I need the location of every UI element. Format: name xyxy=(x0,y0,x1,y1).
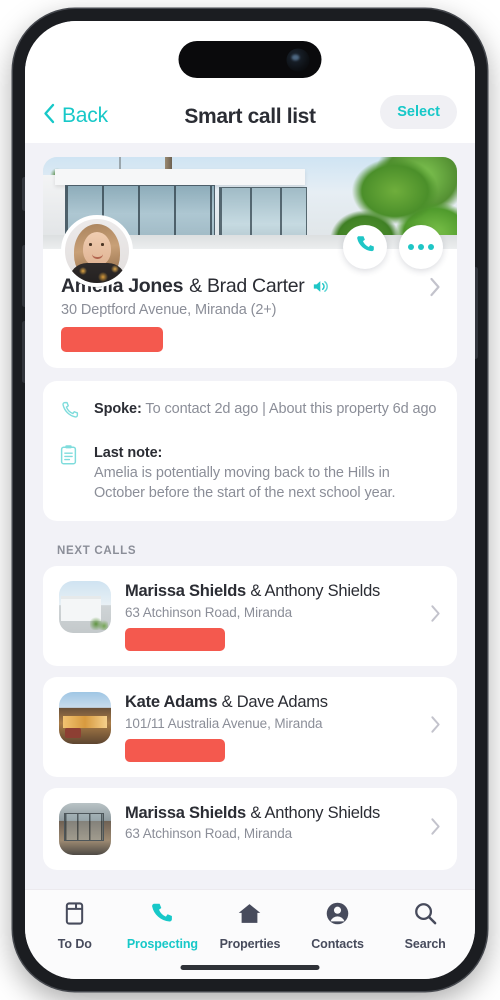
home-indicator[interactable] xyxy=(180,965,320,970)
tab-label-todo: To Do xyxy=(57,937,92,951)
status-badge xyxy=(61,327,163,352)
chevron-right-icon xyxy=(430,715,441,738)
call-item-secondary-name: & Anthony Shields xyxy=(250,582,381,600)
todo-list-icon xyxy=(63,901,86,931)
call-item-body: Marissa Shields & Anthony Shields 63 Atc… xyxy=(125,581,441,651)
tab-search[interactable]: Search xyxy=(381,901,469,979)
activity-spoke-text: Spoke: To contact 2d ago | About this pr… xyxy=(94,399,437,426)
call-item-body: Kate Adams & Dave Adams 101/11 Australia… xyxy=(125,692,441,762)
phone-screen: Back Smart call list Select Amelia Jones… xyxy=(25,21,475,979)
call-list-item[interactable]: Kate Adams & Dave Adams 101/11 Australia… xyxy=(43,676,457,777)
property-photo xyxy=(43,157,457,287)
call-list-item[interactable]: Marissa Shields & Anthony Shields 63 Atc… xyxy=(43,787,457,870)
tab-todo[interactable]: To Do xyxy=(31,901,119,979)
navigation-bar: Back Smart call list Select xyxy=(25,21,475,143)
property-thumbnail xyxy=(59,691,111,744)
chevron-right-icon xyxy=(430,817,441,840)
featured-address: 30 Deptford Avenue, Miranda (2+) xyxy=(61,302,277,318)
tab-label-prospecting: Prospecting xyxy=(126,937,198,951)
back-label: Back xyxy=(62,104,108,127)
featured-secondary-name: & Brad Carter xyxy=(189,275,305,297)
call-list-item[interactable]: Marissa Shields & Anthony Shields 63 Atc… xyxy=(43,566,457,666)
call-item-names: Kate Adams & Dave Adams xyxy=(125,693,441,713)
featured-contact-card[interactable]: Amelia Jones & Brad Carter 30 Deptford A… xyxy=(43,157,457,368)
speaker-icon[interactable] xyxy=(313,279,330,294)
search-icon xyxy=(413,901,438,931)
call-item-address: 63 Atchinson Road, Miranda xyxy=(125,604,293,620)
phone-frame: Back Smart call list Select Amelia Jones… xyxy=(13,9,487,991)
tab-label-properties: Properties xyxy=(219,937,281,951)
activity-card: Spoke: To contact 2d ago | About this pr… xyxy=(43,381,457,521)
call-item-body: Marissa Shields & Anthony Shields 63 Atc… xyxy=(125,803,441,842)
avatar-eye-right xyxy=(101,243,105,246)
tab-label-contacts: Contacts xyxy=(311,937,364,951)
more-options-button[interactable] xyxy=(399,225,443,269)
call-item-address: 63 Atchinson Road, Miranda xyxy=(125,826,293,842)
status-badge xyxy=(125,738,225,762)
call-item-names: Marissa Shields & Anthony Shields xyxy=(125,804,441,824)
chevron-right-icon xyxy=(430,604,441,627)
select-label: Select xyxy=(397,104,440,120)
select-button[interactable]: Select xyxy=(380,95,457,129)
phone-icon xyxy=(355,234,376,260)
scroll-content[interactable]: Amelia Jones & Brad Carter 30 Deptford A… xyxy=(25,143,475,889)
dynamic-island xyxy=(178,41,322,78)
next-calls-header: NEXT CALLS xyxy=(57,545,137,557)
avatar-eye-left xyxy=(89,243,93,246)
call-item-primary-name: Marissa Shields xyxy=(125,803,246,822)
front-camera-icon xyxy=(286,48,310,71)
activity-note-text: Last note: Amelia is potentially moving … xyxy=(94,443,441,503)
avatar-face xyxy=(83,232,111,266)
call-item-secondary-name: & Dave Adams xyxy=(221,692,328,711)
phone-outline-icon xyxy=(59,399,81,426)
contact-avatar-photo xyxy=(61,215,133,287)
back-button[interactable]: Back xyxy=(43,103,108,129)
roof-decoration xyxy=(55,169,305,185)
chevron-left-icon xyxy=(43,103,55,129)
call-button[interactable] xyxy=(343,225,387,269)
call-item-address: 101/11 Australia Avenue, Miranda xyxy=(125,715,323,731)
note-clipboard-icon xyxy=(59,443,81,503)
call-item-secondary-name: & Anthony Shields xyxy=(250,803,381,822)
call-item-primary-name: Kate Adams xyxy=(125,692,218,711)
chevron-right-icon xyxy=(429,277,441,302)
activity-note-body: Amelia is potentially moving back to the… xyxy=(94,465,396,501)
activity-row-spoke: Spoke: To contact 2d ago | About this pr… xyxy=(59,399,441,426)
activity-note-label: Last note: xyxy=(94,445,163,461)
property-thumbnail xyxy=(59,581,111,633)
phone-icon xyxy=(150,901,174,931)
hero-action-buttons xyxy=(343,225,443,269)
activity-row-note: Last note: Amelia is potentially moving … xyxy=(59,443,441,503)
call-item-names: Marissa Shields & Anthony Shields xyxy=(125,582,441,602)
tab-label-search: Search xyxy=(404,937,446,951)
home-icon xyxy=(237,901,262,931)
call-item-primary-name: Marissa Shields xyxy=(125,582,246,600)
ellipsis-icon xyxy=(408,244,434,250)
property-thumbnail xyxy=(59,802,111,855)
person-icon xyxy=(325,901,350,931)
activity-spoke-label: Spoke: xyxy=(94,401,142,417)
status-badge xyxy=(125,627,225,651)
activity-spoke-value: To contact 2d ago | About this property … xyxy=(145,401,437,417)
